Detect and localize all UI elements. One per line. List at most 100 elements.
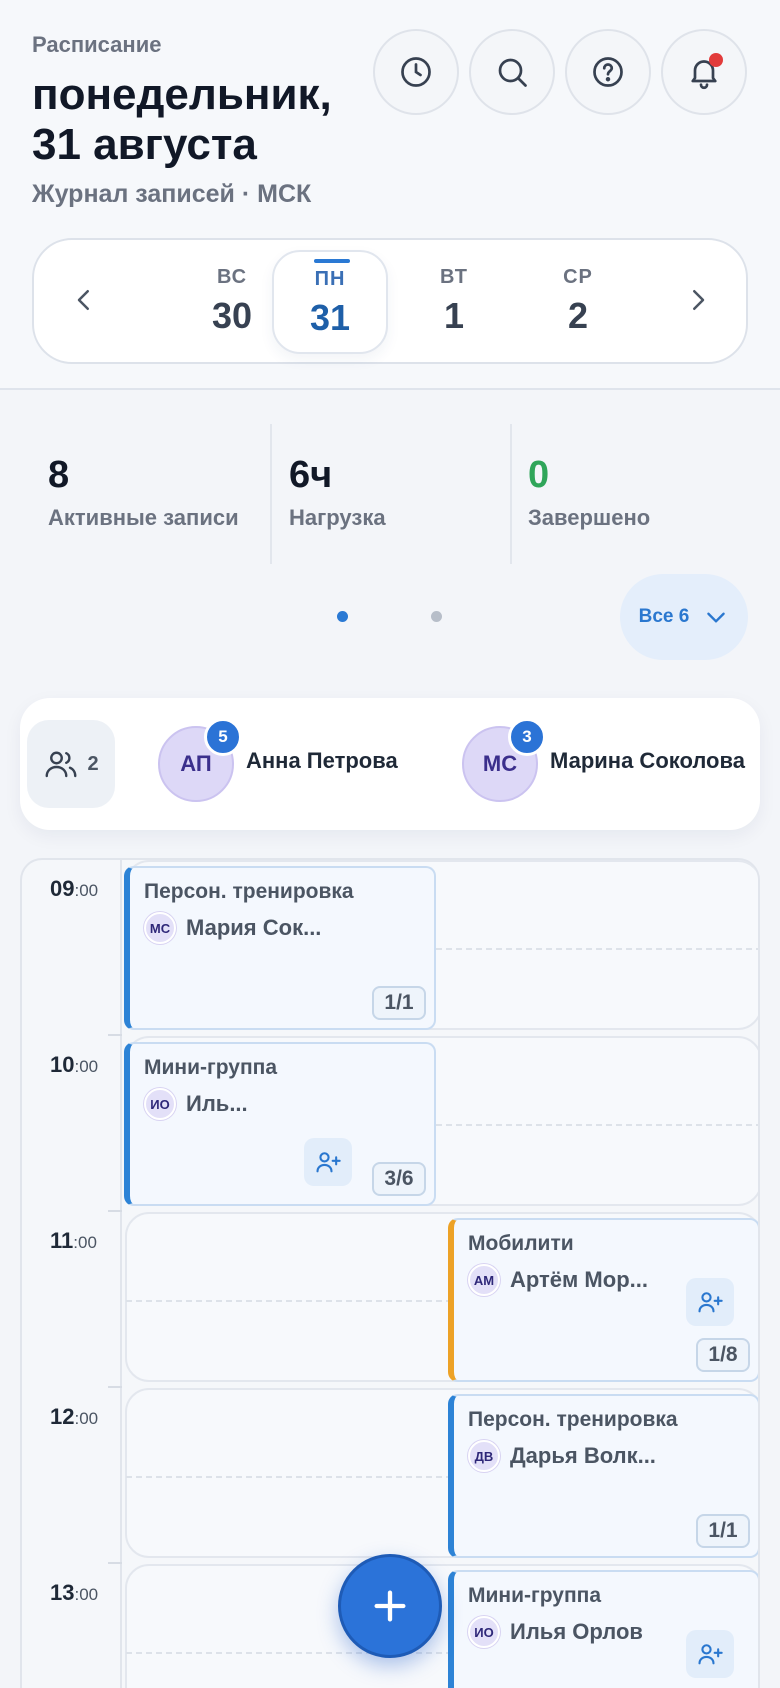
event-trainer: АМ Артём Мор...: [468, 1264, 648, 1296]
help-icon: [593, 57, 623, 87]
staff-bar: 2 АП 5 Анна Петрова МС 3 Марина Соколова: [20, 698, 760, 830]
day-wed-2[interactable]: СР 2: [520, 250, 636, 354]
all-filter-label: Все 6: [638, 606, 690, 627]
event-card[interactable]: Мини-группа ИО Илья Орлов: [448, 1570, 758, 1688]
stat-label: Завершено: [528, 505, 651, 530]
plus-icon: [374, 1590, 406, 1622]
day-of-week: ПН: [314, 268, 346, 290]
add-client-button[interactable]: [686, 1630, 734, 1678]
avatar-initials: АП: [180, 751, 212, 776]
event-trainer: ИО Илья Орлов: [468, 1616, 643, 1648]
event-title: Мини-группа: [468, 1584, 602, 1607]
trainer-name: Артём Мор...: [510, 1267, 648, 1292]
event-title: Мини-группа: [144, 1056, 278, 1079]
page-title: понедельник, 31 августа: [32, 70, 332, 169]
stat-value: 8: [48, 454, 70, 496]
search-button[interactable]: [469, 29, 555, 115]
chevron-down-icon: [707, 612, 726, 623]
trainer-avatar: ИО: [144, 1088, 176, 1120]
hour-label: 10:00: [50, 1052, 99, 1077]
trainer-avatar: ИО: [468, 1616, 500, 1648]
staff-name[interactable]: Марина Соколова: [550, 748, 745, 774]
avatar-initials: МС: [482, 751, 518, 776]
day-of-week: СР: [563, 266, 593, 288]
hour-tick: [108, 1210, 122, 1212]
capacity-badge: 1/1: [372, 986, 426, 1020]
hour-label: 09:00: [50, 876, 99, 901]
divider: [270, 424, 272, 564]
next-day-button[interactable]: [668, 270, 728, 330]
trainer-name: Дарья Волк...: [510, 1443, 656, 1468]
event-trainer: МС Мария Сок...: [144, 912, 321, 944]
hour-tick: [108, 1562, 122, 1564]
event-trainer: ДВ Дарья Волк...: [468, 1440, 656, 1472]
staff-count-button[interactable]: 2: [27, 720, 115, 808]
page-kicker: Расписание: [32, 32, 162, 57]
chevron-left-icon: [77, 290, 89, 310]
stats-panel: 8 Активные записи 6ч Нагрузка 0 Завершен…: [24, 424, 764, 564]
chevron-right-icon: [693, 290, 705, 310]
avatar[interactable]: АП 5: [158, 718, 242, 802]
stat-label: Нагрузка: [289, 505, 386, 530]
notification-dot: [709, 53, 723, 67]
time-column: 09:00 10:00 11:00 12:00 13:00: [22, 860, 122, 1688]
prev-day-button[interactable]: [54, 270, 114, 330]
stat-label: Активные записи: [48, 505, 239, 530]
stat-value: 6ч: [289, 454, 333, 496]
capacity-badge: 1/8: [696, 1338, 750, 1372]
booking-count-badge: 5: [204, 718, 242, 756]
capacity-badge: 1/1: [696, 1514, 750, 1548]
trainer-avatar: ДВ: [468, 1440, 500, 1472]
search-icon: [498, 58, 527, 87]
stat-completed: 0 Завершено: [528, 424, 650, 564]
all-filter-button[interactable]: Все 6: [620, 574, 748, 660]
trainer-name: Иль...: [186, 1091, 248, 1116]
stat-value: 0: [528, 454, 550, 496]
hour-tick: [108, 1034, 122, 1036]
hour-label: 12:00: [50, 1404, 99, 1429]
header: Расписание понедельник, 31 августа Журна…: [0, 0, 780, 390]
avatar[interactable]: МС 3: [462, 718, 546, 802]
date-strip: ВС 30 ПН 31 ВТ 1 СР 2: [32, 238, 748, 364]
event-card[interactable]: Персон. тренировка МС Мария Сок... 1/1: [124, 866, 436, 1030]
trainer-name: Мария Сок...: [186, 915, 322, 940]
event-title: Мобилити: [468, 1232, 574, 1255]
day-number: 2: [567, 295, 589, 336]
trainer-name: Илья Орлов: [510, 1619, 643, 1644]
event-title: Персон. тренировка: [144, 880, 354, 903]
history-button[interactable]: [373, 29, 459, 115]
divider: [510, 424, 512, 564]
day-number: 1: [443, 295, 465, 336]
notifications-button[interactable]: [661, 29, 747, 115]
add-user-icon: [316, 1152, 341, 1173]
event-card[interactable]: Мобилити АМ Артём Мор... 1/8: [448, 1218, 758, 1382]
add-user-icon: [698, 1292, 723, 1313]
day-number: 31: [309, 297, 351, 338]
hour-label: 13:00: [50, 1580, 99, 1605]
stat-active-bookings: 8 Активные записи: [48, 424, 239, 564]
booking-count-badge: 3: [508, 718, 546, 756]
add-booking-button[interactable]: [338, 1554, 442, 1658]
day-of-week: ВТ: [440, 266, 468, 288]
event-title: Персон. тренировка: [468, 1408, 678, 1431]
hour-label: 11:00: [50, 1228, 97, 1253]
day-mon-31-selected[interactable]: ПН 31: [272, 250, 388, 354]
event-trainer: ИО Иль...: [144, 1088, 248, 1120]
stat-workload: 6ч Нагрузка: [289, 424, 386, 564]
add-client-button[interactable]: [304, 1138, 352, 1186]
page-subtitle: Журнал записей · МСК: [32, 180, 312, 208]
day-tue-1[interactable]: ВТ 1: [396, 250, 512, 354]
selected-indicator: [314, 259, 350, 263]
staff-count: 2: [87, 752, 99, 775]
event-card[interactable]: Мини-группа ИО Иль... 3/6: [124, 1042, 436, 1206]
users-icon: [45, 751, 77, 778]
help-button[interactable]: [565, 29, 651, 115]
event-card[interactable]: Персон. тренировка ДВ Дарья Волк... 1/1: [448, 1394, 758, 1558]
staff-name[interactable]: Анна Петрова: [246, 748, 398, 774]
add-user-icon: [698, 1644, 723, 1665]
trainer-avatar: МС: [144, 912, 176, 944]
pager-dot[interactable]: [431, 611, 442, 622]
add-client-button[interactable]: [686, 1278, 734, 1326]
trainer-avatar: АМ: [468, 1264, 500, 1296]
pager-dot-active[interactable]: [337, 611, 348, 622]
